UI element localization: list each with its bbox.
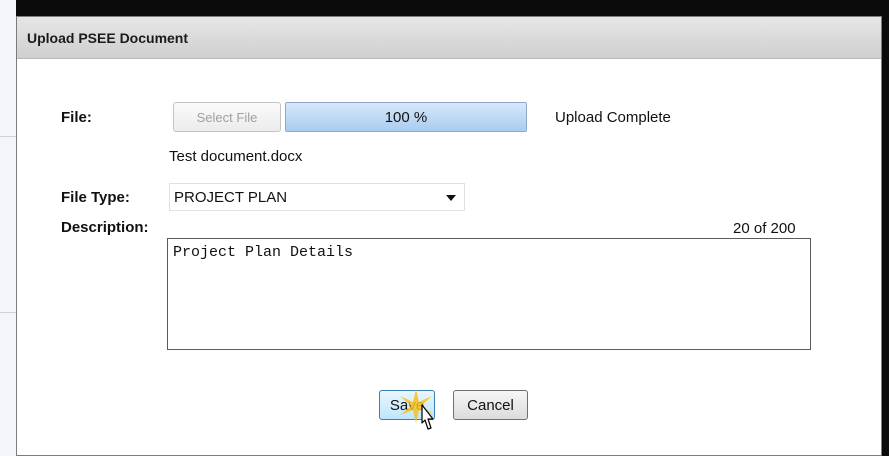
description-label: Description:	[61, 219, 149, 236]
file-type-label: File Type:	[61, 189, 130, 206]
select-file-button[interactable]: Select File	[173, 102, 281, 132]
save-button[interactable]: Save	[379, 390, 435, 420]
file-type-value: PROJECT PLAN	[174, 188, 288, 206]
divider	[0, 136, 16, 137]
description-textarea[interactable]: Project Plan Details	[167, 238, 811, 350]
upload-dialog: Upload PSEE Document File: Select File 1…	[16, 16, 882, 456]
cancel-button[interactable]: Cancel	[453, 390, 528, 420]
char-counter: 20 of 200	[733, 220, 796, 237]
file-type-dropdown[interactable]: PROJECT PLAN	[169, 183, 465, 211]
progress-text: 100 %	[384, 108, 428, 126]
file-label: File:	[61, 109, 92, 126]
upload-status: Upload Complete	[555, 109, 671, 126]
divider	[0, 312, 16, 313]
uploaded-file-name: Test document.docx	[169, 148, 303, 165]
upload-progress-bar: 100 %	[285, 102, 527, 132]
dialog-titlebar[interactable]: Upload PSEE Document	[17, 17, 881, 59]
background-page	[0, 0, 16, 456]
chevron-down-icon	[446, 195, 456, 201]
dialog-title: Upload PSEE Document	[27, 29, 189, 46]
